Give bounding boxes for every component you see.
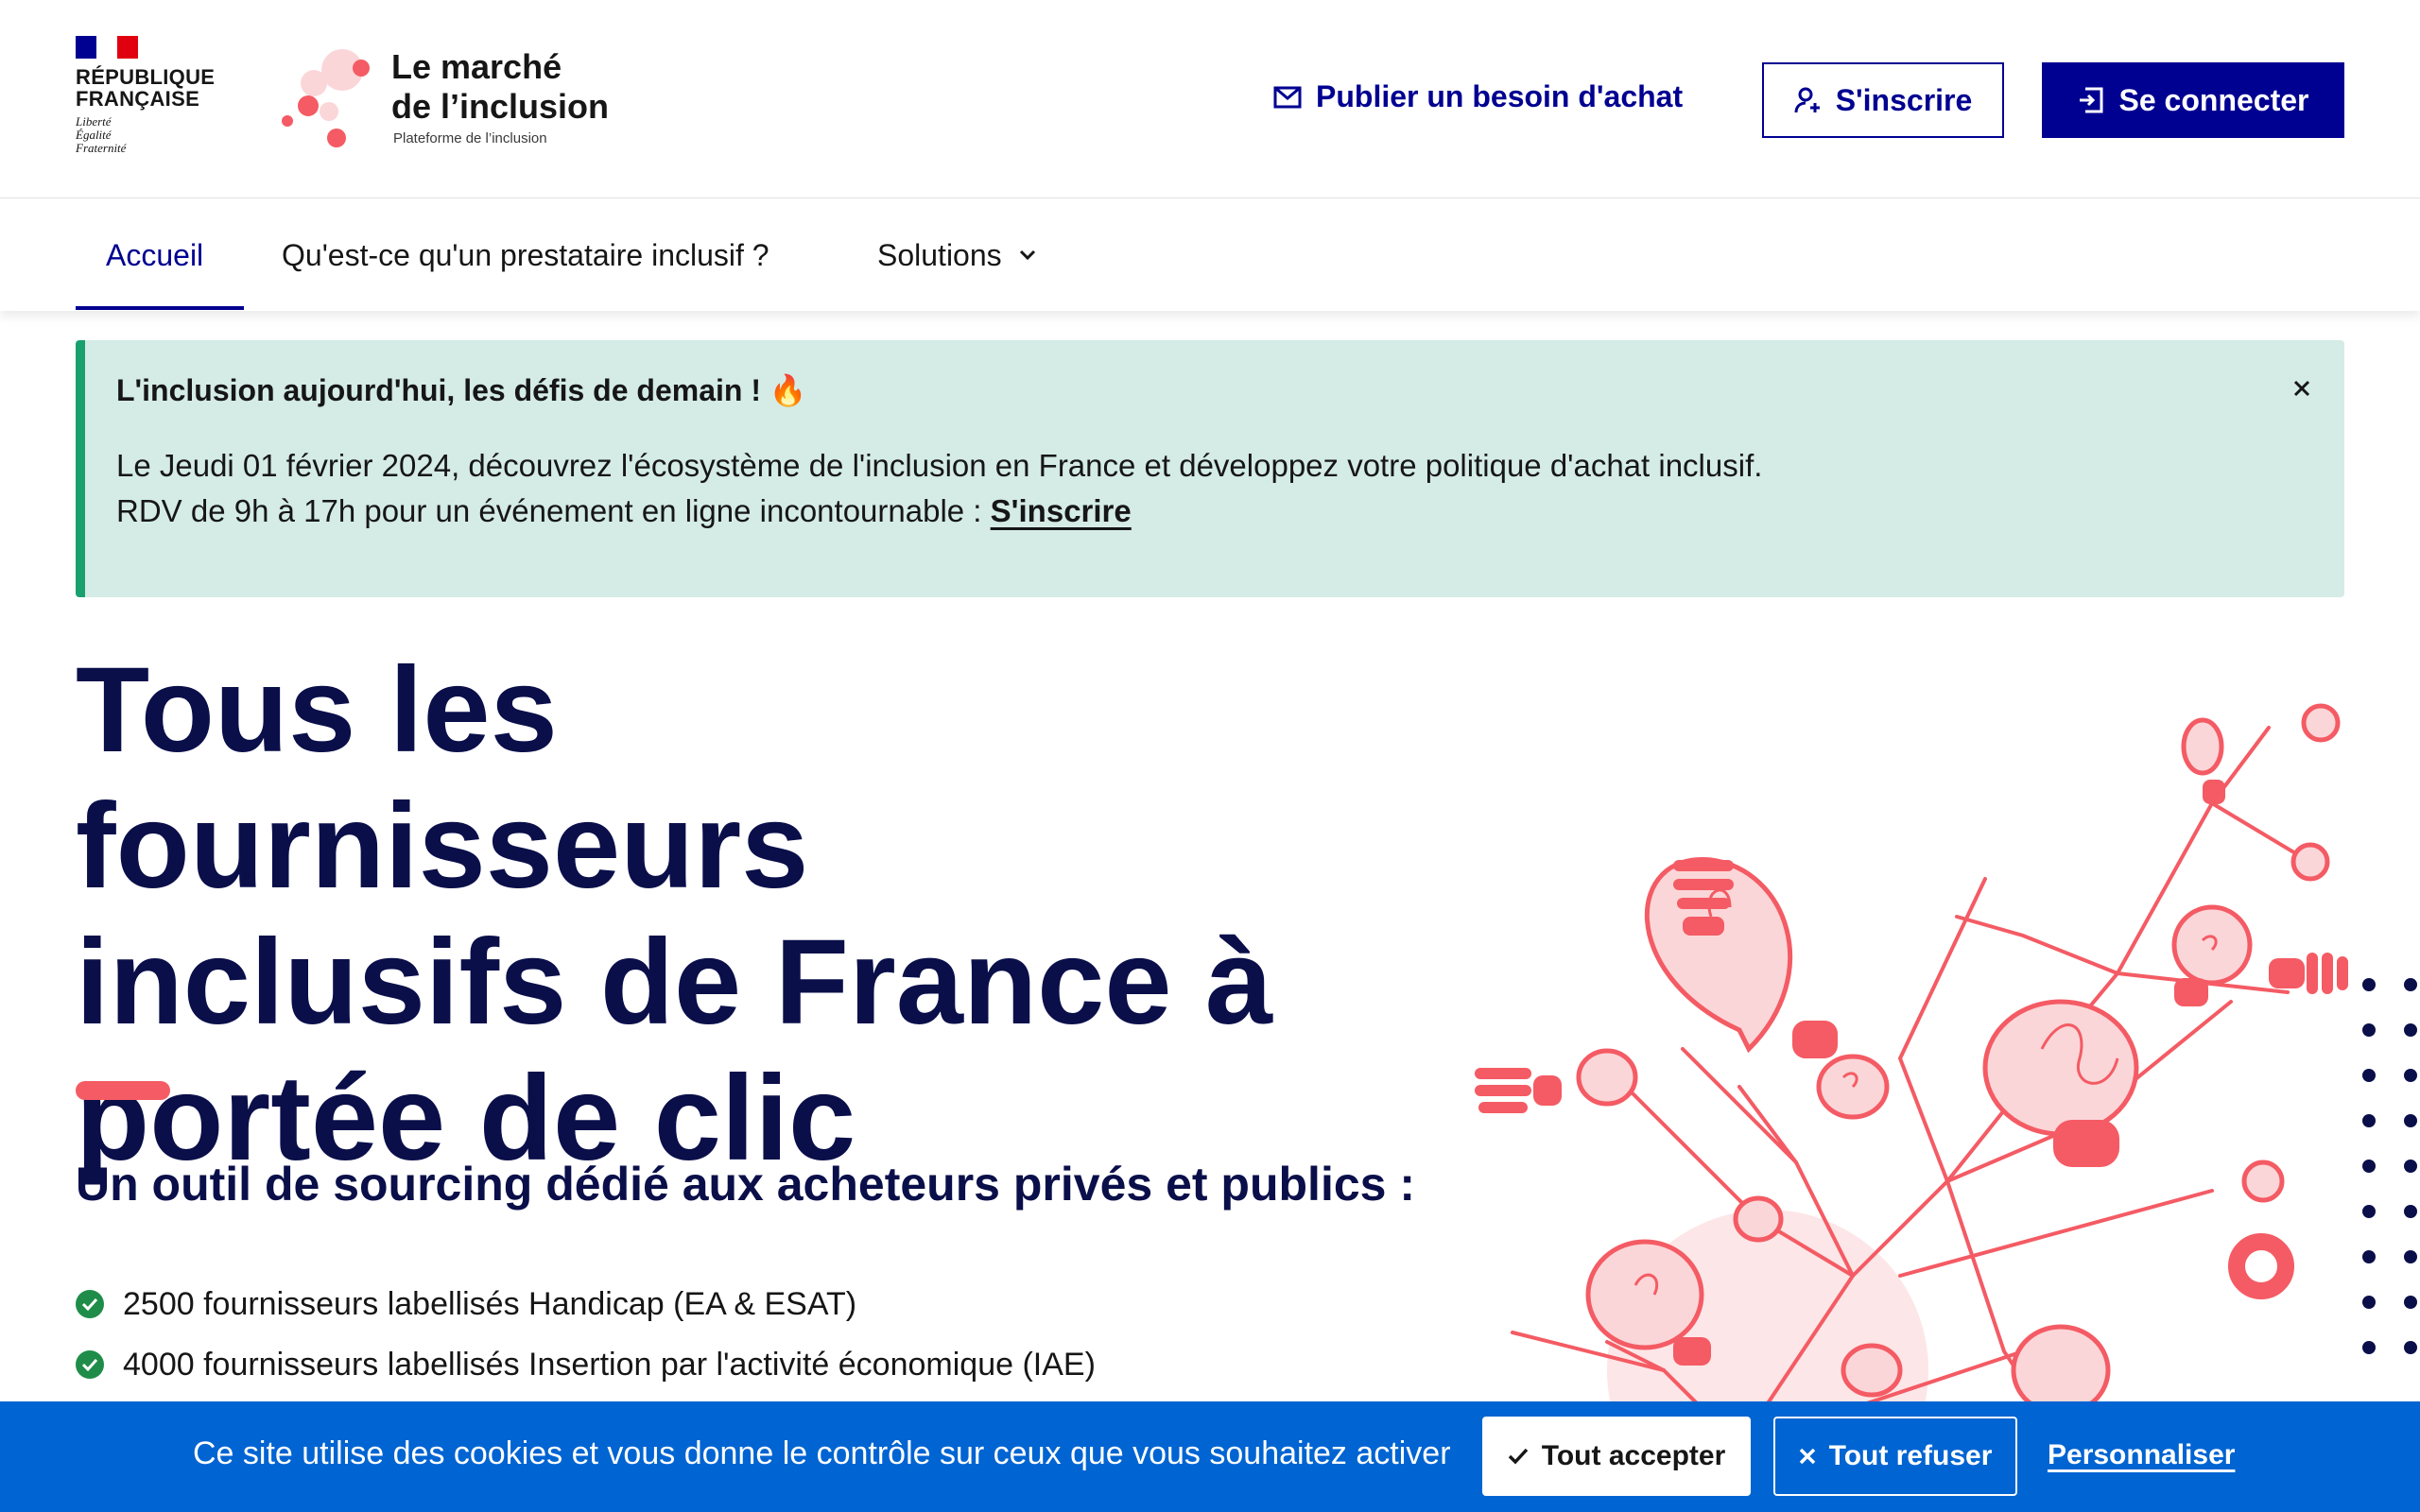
- brand-logo[interactable]: Le marché de l’inclusion Plateforme de l…: [276, 45, 635, 159]
- nav-item-accueil[interactable]: Accueil: [106, 199, 203, 311]
- brand-dots-icon: [282, 49, 370, 147]
- cookie-message: Ce site utilise des cookies et vous donn…: [193, 1435, 1451, 1471]
- nav-item-label: Qu'est-ce qu'un prestataire inclusif ?: [282, 237, 769, 272]
- hero-title-line2: inclusifs de France à: [76, 915, 1273, 1050]
- login-button[interactable]: Se connecter: [2042, 62, 2344, 138]
- customize-cookies-link[interactable]: Personnaliser: [2048, 1439, 2235, 1471]
- nav-item-solutions[interactable]: Solutions: [877, 199, 1036, 311]
- refuse-all-label: Tout refuser: [1828, 1440, 1993, 1471]
- notice-line-2-text: RDV de 9h à 17h pour un événement en lig…: [116, 493, 991, 528]
- gov-name-line1: RÉPUBLIQUE: [76, 65, 216, 89]
- gov-name-line2: FRANÇAISE: [76, 87, 200, 111]
- close-icon[interactable]: [2291, 378, 2312, 399]
- notice-line-1: Le Jeudi 01 février 2024, découvrez l'éc…: [116, 448, 1763, 483]
- feature-text: 2500 fournisseurs labellisés Handicap (E…: [123, 1285, 857, 1322]
- hero-title: Tous les fournisseurs inclusifs de Franc…: [76, 643, 1305, 1187]
- list-item: 2500 fournisseurs labellisés Handicap (E…: [76, 1274, 1096, 1334]
- main-navigation: Accueil Qu'est-ce qu'un prestataire incl…: [0, 199, 2420, 311]
- accept-all-label: Tout accepter: [1541, 1440, 1726, 1471]
- list-item: 4000 fournisseurs labellisés Insertion p…: [76, 1334, 1096, 1395]
- close-icon: [1799, 1448, 1815, 1465]
- brand-title-line1: Le marché: [391, 47, 562, 86]
- check-circle-icon: [76, 1350, 104, 1379]
- refuse-all-cookies-button[interactable]: Tout refuser: [1773, 1417, 2017, 1496]
- check-icon: [1508, 1448, 1529, 1465]
- hero-title-line1: Tous les fournisseurs: [76, 643, 809, 914]
- brand-title-line2: de l’inclusion: [391, 87, 610, 126]
- lightbulbs-illustration: [1475, 703, 2417, 1512]
- check-circle-icon: [76, 1290, 104, 1318]
- hero-accent-bar: [76, 1081, 170, 1100]
- site-header: RÉPUBLIQUE FRANÇAISE Liberté Égalité Fra…: [0, 0, 2420, 198]
- notice-line-2: RDV de 9h à 17h pour un événement en lig…: [116, 493, 1132, 529]
- publish-need-link[interactable]: Publier un besoin d'achat: [1272, 79, 1683, 114]
- gov-motto-2: Égalité: [76, 128, 112, 142]
- hero-subtitle: Un outil de sourcing dédié aux acheteurs…: [76, 1158, 1415, 1211]
- event-notice: L'inclusion aujourd'hui, les défis de de…: [76, 340, 2344, 597]
- user-add-icon: [1794, 87, 1820, 113]
- nav-item-prestataire-inclusif[interactable]: Qu'est-ce qu'un prestataire inclusif ?: [282, 199, 769, 311]
- signup-button[interactable]: S'inscrire: [1762, 62, 2004, 138]
- brand-subtitle: Plateforme de l’inclusion: [393, 130, 547, 146]
- nav-item-label: Accueil: [106, 237, 204, 272]
- republique-francaise-logo[interactable]: RÉPUBLIQUE FRANÇAISE Liberté Égalité Fra…: [76, 36, 216, 155]
- nav-item-label: Solutions: [877, 237, 1002, 272]
- feature-text: 4000 fournisseurs labellisés Insertion p…: [123, 1346, 1096, 1383]
- french-flag-icon: [76, 36, 138, 59]
- dot-grid-decoration: [2362, 978, 2417, 1354]
- chevron-down-icon: [1019, 249, 1035, 261]
- mail-send-icon: [1273, 86, 1302, 108]
- login-icon: [2079, 87, 2103, 113]
- login-label: Se connecter: [2118, 82, 2309, 117]
- notice-signup-link[interactable]: S'inscrire: [991, 493, 1132, 528]
- notice-title: L'inclusion aujourd'hui, les défis de de…: [116, 373, 807, 407]
- accept-all-cookies-button[interactable]: Tout accepter: [1482, 1417, 1751, 1496]
- gov-motto-3: Fraternité: [76, 141, 127, 155]
- signup-label: S'inscrire: [1835, 82, 1973, 117]
- gov-motto-1: Liberté: [76, 114, 112, 129]
- publish-need-label: Publier un besoin d'achat: [1316, 79, 1684, 113]
- nav-active-indicator: [76, 306, 244, 310]
- hero-feature-list: 2500 fournisseurs labellisés Handicap (E…: [76, 1274, 1096, 1395]
- cookie-consent-bar: Ce site utilise des cookies et vous donn…: [0, 1401, 2420, 1512]
